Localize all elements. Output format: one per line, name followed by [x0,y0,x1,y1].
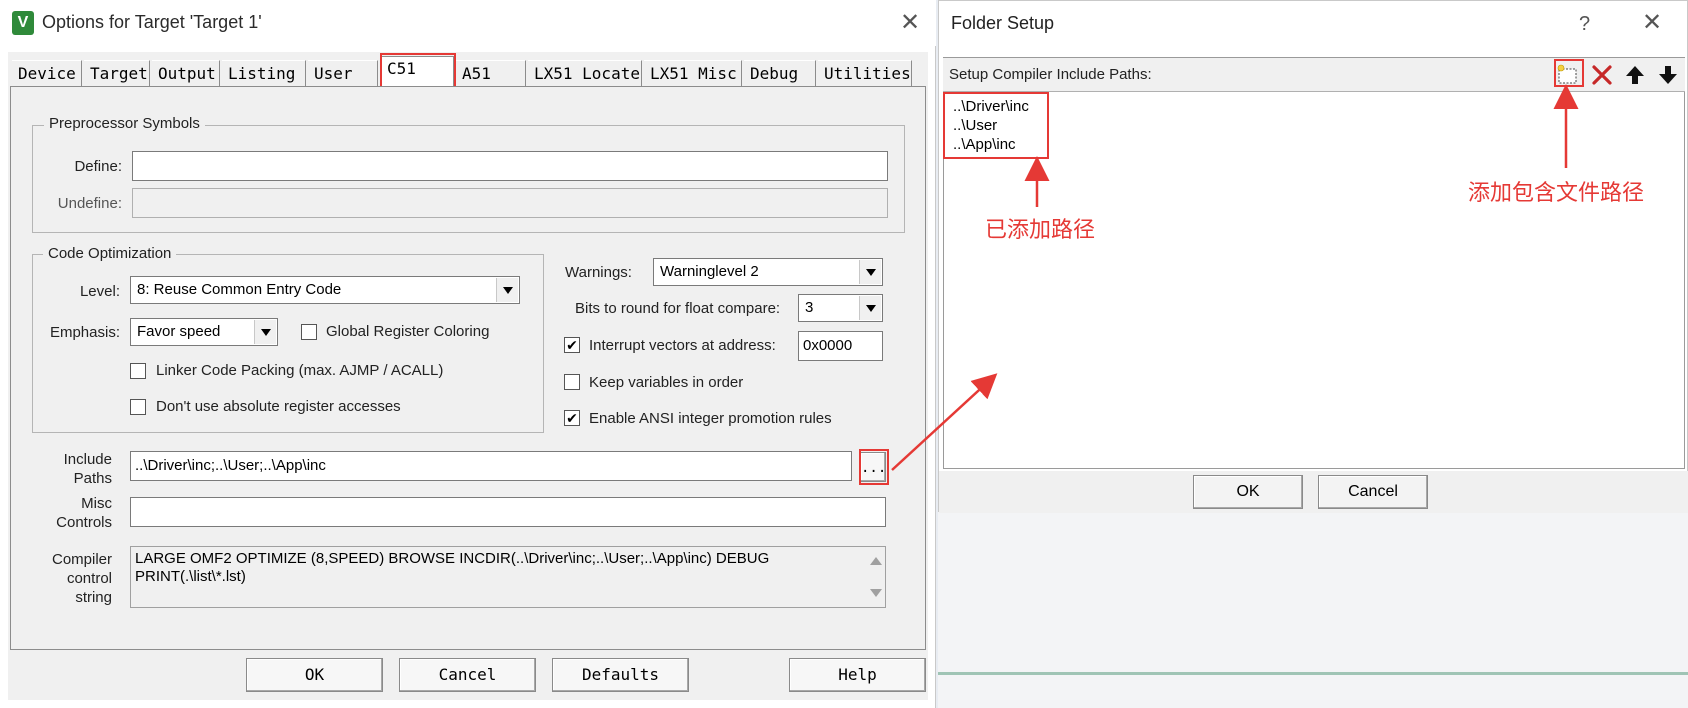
annotation-arrows [891,84,1579,471]
arrow-browse-to-folder-setup [891,373,998,471]
